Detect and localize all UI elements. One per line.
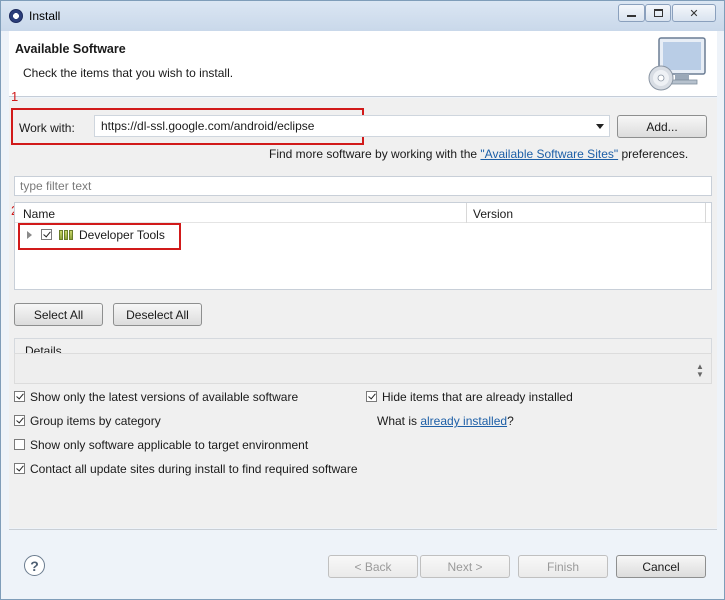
contact-sites-checkbox[interactable] [14, 463, 25, 474]
deselect-all-button[interactable]: Deselect All [113, 303, 202, 326]
tree-header: Name Version [15, 203, 711, 223]
column-name-header[interactable]: Name [23, 207, 55, 221]
maximize-icon [653, 9, 663, 17]
available-software-sites-link[interactable]: "Available Software Sites" [480, 147, 618, 161]
show-applicable-checkbox[interactable] [14, 439, 25, 450]
eclipse-icon [9, 9, 23, 23]
find-more-prefix: Find more software by working with the [269, 147, 481, 161]
filter-field[interactable] [14, 176, 712, 196]
cancel-button[interactable]: Cancel [616, 555, 706, 578]
page-title: Available Software [15, 42, 126, 56]
minimize-icon [627, 15, 636, 17]
help-button[interactable]: ? [24, 555, 45, 576]
install-dialog: Install ✕ Available Software Check the i… [0, 0, 725, 600]
add-site-button[interactable]: Add... [617, 115, 707, 138]
close-icon: ✕ [689, 7, 699, 20]
wizard-content: 1 Work with: https://dl-ssl.google.com/a… [9, 89, 717, 528]
page-description: Check the items that you wish to install… [23, 66, 234, 80]
next-button[interactable]: Next > [420, 555, 510, 578]
footer-separator [9, 529, 717, 530]
hide-installed-checkbox[interactable] [366, 391, 377, 402]
dropdown-arrow-icon[interactable] [596, 124, 604, 129]
what-is-installed-text: What is already installed? [377, 414, 514, 428]
install-software-icon [648, 37, 706, 91]
already-installed-link[interactable]: already installed [420, 414, 507, 428]
find-more-text: Find more software by working with the "… [269, 147, 688, 161]
window-title: Install [29, 9, 61, 23]
select-all-button[interactable]: Select All [14, 303, 103, 326]
annotation-number-1: 1 [11, 89, 19, 104]
wizard-header: Available Software Check the items that … [9, 31, 717, 97]
group-by-category-label: Group items by category [30, 414, 161, 428]
show-applicable-label: Show only software applicable to target … [30, 438, 309, 452]
what-is-suffix: ? [507, 414, 514, 428]
finish-button[interactable]: Finish [518, 555, 608, 578]
filter-input[interactable] [15, 177, 711, 195]
work-with-value: https://dl-ssl.google.com/android/eclips… [101, 119, 315, 133]
what-is-prefix: What is [377, 414, 421, 428]
back-button[interactable]: < Back [328, 555, 418, 578]
title-bar: Install ✕ [1, 1, 724, 31]
details-scroll-arrows-icon[interactable]: ▲ ▼ [695, 363, 705, 381]
column-divider[interactable] [466, 203, 467, 223]
column-divider[interactable] [705, 203, 706, 223]
work-with-combo[interactable]: https://dl-ssl.google.com/android/eclips… [94, 115, 610, 137]
group-by-category-checkbox[interactable] [14, 415, 25, 426]
work-with-label: Work with: [19, 121, 75, 135]
show-latest-label: Show only the latest versions of availab… [30, 390, 299, 404]
show-latest-checkbox[interactable] [14, 391, 25, 402]
contact-sites-label: Contact all update sites during install … [30, 462, 358, 476]
annotation-box-developer-tools [18, 223, 181, 250]
maximize-button[interactable] [645, 4, 671, 22]
help-icon: ? [30, 557, 39, 574]
minimize-button[interactable] [618, 4, 645, 22]
hide-installed-label: Hide items that are already installed [382, 390, 573, 404]
details-text-area[interactable] [14, 353, 712, 384]
column-version-header[interactable]: Version [473, 207, 513, 221]
close-button[interactable]: ✕ [672, 4, 716, 22]
find-more-suffix: preferences. [618, 147, 689, 161]
